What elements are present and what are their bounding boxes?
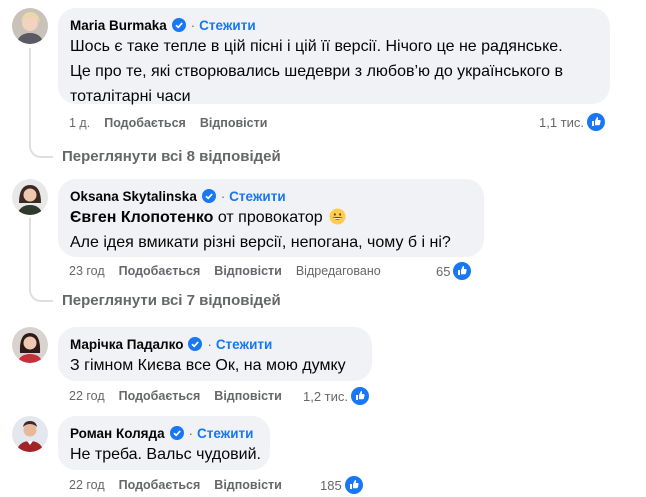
thread-line [29,218,31,292]
reaction-count[interactable]: 1,1 тис. [539,113,605,131]
comment-text-line: тоталітарні часи [70,88,191,105]
reply-action[interactable]: Відповісти [214,478,282,492]
avatar[interactable] [12,8,48,44]
comment-timestamp[interactable]: 22 год [69,389,105,403]
comment-actions: 1 д. Подобається Відповісти [69,116,281,130]
verified-badge-icon [201,189,216,203]
comment-author[interactable]: Maria Burmaka [70,18,167,33]
comment-text-line: Це про те, які створювались шедеври з лю… [70,63,563,80]
grinning-face-emoji [329,208,346,225]
comment-text-line: Але ідея вмикати різні версії, непогана,… [70,234,451,251]
comment-author[interactable]: Роман Коляда [70,426,165,441]
comment-timestamp[interactable]: 22 год [69,478,105,492]
comment-bubble: Maria Burmaka · Стежити Шось є таке тепл… [58,8,610,105]
reply-action[interactable]: Відповісти [214,264,282,278]
comment-text: от провокатор [213,209,323,226]
verified-badge-icon [188,337,203,351]
like-thumb-icon [453,262,472,280]
verified-badge-icon [171,18,186,32]
follow-button[interactable]: Стежити [197,426,253,441]
reply-action[interactable]: Відповісти [214,389,282,403]
thread-connector [29,136,53,158]
follow-button[interactable]: Стежити [216,337,272,352]
comment-timestamp[interactable]: 1 д. [69,116,90,130]
comment-bubble: Марічка Падалко · Стежити З гімном Києва… [58,327,372,381]
comment-timestamp[interactable]: 23 год [69,264,105,278]
avatar[interactable] [12,416,48,452]
separator-dot: · [220,188,226,204]
like-action[interactable]: Подобається [119,389,201,403]
follow-button[interactable]: Стежити [199,18,255,33]
like-action[interactable]: Подобається [119,264,201,278]
mention-link[interactable]: Євген Клопотенко [70,209,213,226]
separator-dot: · [188,425,193,441]
like-action[interactable]: Подобається [104,116,186,130]
comment-text-line: Євген Клопотенко от провокатор [70,205,472,230]
reaction-count-label: 65 [436,263,451,279]
reply-action[interactable]: Відповісти [200,116,268,130]
avatar[interactable] [12,327,48,363]
comment-author[interactable]: Oksana Skytalinska [70,189,197,204]
reaction-count[interactable]: 1,2 тис. [303,387,370,405]
like-thumb-icon [351,387,370,405]
comment-actions: 22 год Подобається Відповісти [69,389,296,403]
comment-bubble: Oksana Skytalinska · Стежити Євген Клопо… [58,179,484,257]
comment-text-line: З гімном Києва все Ок, на мою думку [70,357,346,374]
reaction-count[interactable]: 65 [436,262,472,280]
follow-button[interactable]: Стежити [229,189,285,204]
like-action[interactable]: Подобається [119,478,201,492]
view-replies-link[interactable]: Переглянути всі 7 відповідей [62,292,281,309]
edited-label: Відредаговано [295,264,381,278]
comment-actions: 23 год Подобається Відповісти Відредагов… [69,264,381,278]
reaction-count-label: 1,1 тис. [538,114,584,130]
thread-connector [29,288,53,302]
separator-dot: · [190,17,196,33]
view-replies-link[interactable]: Переглянути всі 8 відповідей [62,148,281,165]
comment-author[interactable]: Марічка Падалко [70,337,183,352]
comment-text-line: Не треба. Вальс чудовий. [70,446,261,463]
separator-dot: · [207,336,212,352]
reaction-count[interactable]: 185 [320,476,363,494]
reaction-count-label: 1,2 тис. [303,388,349,404]
like-thumb-icon [587,113,605,131]
avatar[interactable] [12,179,48,215]
comment-text-line: Шось є таке тепле в цій пісні і цій її в… [70,38,563,55]
like-thumb-icon [344,476,363,494]
verified-badge-icon [169,426,184,440]
reaction-count-label: 185 [320,477,342,493]
thread-line [29,48,31,138]
comment-actions: 22 год Подобається Відповісти [69,478,296,492]
comment-bubble: Роман Коляда · Стежити Не треба. Вальс ч… [58,416,270,470]
